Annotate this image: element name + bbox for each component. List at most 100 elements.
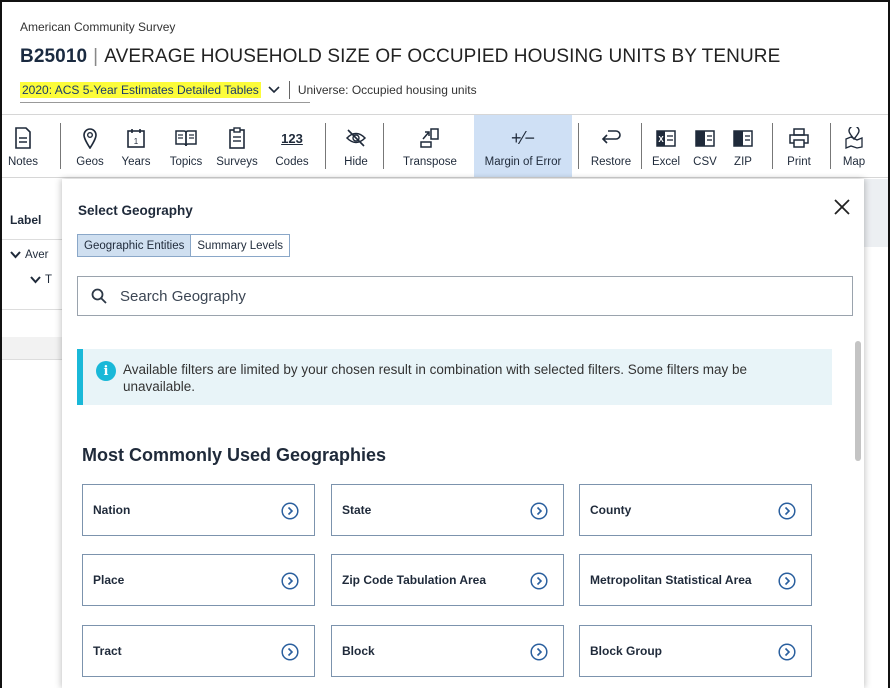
- geography-card-label: Place: [93, 573, 125, 587]
- eye-off-icon: [345, 125, 367, 151]
- map-button[interactable]: Map: [836, 115, 872, 177]
- chevron-right-circle-icon: [778, 572, 796, 590]
- table-title: B25010 | AVERAGE HOUSEHOLD SIZE OF OCCUPIE…: [20, 46, 780, 68]
- toolbar-label: Map: [842, 156, 866, 168]
- toolbar-label: Transpose: [403, 156, 457, 168]
- divider: [2, 239, 62, 240]
- geography-card-place[interactable]: Place: [82, 554, 315, 606]
- geography-card-county[interactable]: County: [579, 484, 812, 536]
- divider: [2, 359, 62, 360]
- table-row[interactable]: T: [30, 274, 52, 286]
- csv-icon: [695, 125, 715, 151]
- calendar-icon: 1: [126, 125, 146, 151]
- chevron-right-circle-icon: [530, 572, 548, 590]
- chevron-right-circle-icon: [530, 502, 548, 520]
- survey-name: American Community Survey: [20, 20, 176, 34]
- close-icon[interactable]: [830, 195, 854, 219]
- toolbar-label: Surveys: [216, 156, 258, 168]
- section-title: Most Commonly Used Geographies: [82, 445, 387, 465]
- excel-button[interactable]: X Excel: [648, 115, 684, 177]
- select-geography-panel: Select Geography Geographic Entities Sum…: [62, 179, 864, 688]
- toolbar-label: Codes: [275, 156, 309, 168]
- margin-of-error-button[interactable]: +⁄− Margin of Error: [474, 115, 572, 177]
- plus-minus-icon: +⁄−: [510, 127, 536, 148]
- geography-card-block[interactable]: Block: [331, 625, 564, 677]
- universe-text: Universe: Occupied housing units: [297, 83, 477, 97]
- chevron-down-icon[interactable]: [10, 251, 21, 259]
- print-icon: [789, 125, 809, 151]
- search-geography-box[interactable]: [77, 276, 853, 316]
- panel-title: Select Geography: [78, 203, 193, 218]
- divider: [830, 123, 831, 169]
- table-header-strip: [864, 179, 888, 247]
- toolbar-label: Excel: [651, 156, 681, 168]
- tab-geographic-entities[interactable]: Geographic Entities: [78, 235, 192, 256]
- chevron-right-circle-icon: [281, 643, 299, 661]
- table-row[interactable]: Aver: [10, 249, 48, 261]
- geography-card-msa[interactable]: Metropolitan Statistical Area: [579, 554, 812, 606]
- geography-card-block-group[interactable]: Block Group: [579, 625, 812, 677]
- notes-button[interactable]: Notes: [4, 115, 42, 177]
- scrollbar-thumb[interactable]: [855, 341, 861, 461]
- chevron-right-circle-icon: [281, 572, 299, 590]
- title-separator: |: [93, 46, 99, 67]
- chevron-right-circle-icon: [778, 502, 796, 520]
- dataset-row: 2020: ACS 5-Year Estimates Detailed Tabl…: [20, 80, 477, 100]
- divider: [772, 123, 773, 169]
- geography-card-label: Block Group: [590, 644, 663, 658]
- label-column-header: Label: [10, 213, 42, 227]
- dataset-selector[interactable]: 2020: ACS 5-Year Estimates Detailed Tabl…: [20, 82, 261, 98]
- hide-button[interactable]: Hide: [336, 115, 376, 177]
- info-banner: i Available filters are limited by your …: [77, 349, 832, 405]
- geography-card-nation[interactable]: Nation: [82, 484, 315, 536]
- book-icon: [175, 125, 197, 151]
- divider: [641, 123, 642, 169]
- divider: [2, 309, 62, 310]
- map-icon: [844, 125, 864, 151]
- surveys-button[interactable]: Surveys: [214, 115, 260, 177]
- table-header: American Community Survey B25010 | AVERAGE…: [20, 2, 888, 108]
- divider: [325, 123, 326, 169]
- transpose-icon: [419, 125, 441, 151]
- toolbar-label: Geos: [76, 156, 104, 168]
- toolbar-label: CSV: [693, 156, 717, 168]
- info-icon: i: [96, 361, 116, 381]
- tab-summary-levels[interactable]: Summary Levels: [191, 235, 289, 256]
- table-title-text: AVERAGE HOUSEHOLD SIZE OF OCCUPIED HOUSI…: [104, 46, 781, 67]
- codes-button[interactable]: 123 Codes: [270, 115, 314, 177]
- transpose-button[interactable]: Transpose: [394, 115, 466, 177]
- geography-mode-toggle: Geographic Entities Summary Levels: [77, 234, 291, 257]
- geography-card-state[interactable]: State: [331, 484, 564, 536]
- geos-button[interactable]: Geos: [72, 115, 108, 177]
- print-button[interactable]: Print: [779, 115, 819, 177]
- clipboard-icon: [229, 125, 245, 151]
- table-label-column: Label Aver T: [2, 179, 62, 688]
- table-row: [2, 337, 62, 359]
- toolbar-label: Print: [787, 156, 811, 168]
- restore-button[interactable]: Restore: [586, 115, 636, 177]
- search-input[interactable]: [120, 287, 820, 305]
- topics-button[interactable]: Topics: [165, 115, 207, 177]
- geography-card-label: County: [590, 503, 632, 517]
- codes-icon: 123: [281, 130, 303, 146]
- geography-card-tract[interactable]: Tract: [82, 625, 315, 677]
- geography-card-zcta[interactable]: Zip Code Tabulation Area: [331, 554, 564, 606]
- csv-button[interactable]: CSV: [688, 115, 722, 177]
- chevron-down-icon[interactable]: [267, 83, 281, 97]
- geography-card-label: Tract: [93, 644, 122, 658]
- toolbar-label: Restore: [590, 156, 632, 168]
- zip-button[interactable]: ZIP: [726, 115, 760, 177]
- table-id: B25010: [20, 46, 88, 67]
- geography-card-label: Zip Code Tabulation Area: [342, 573, 487, 587]
- chevron-right-circle-icon: [778, 643, 796, 661]
- chevron-down-icon[interactable]: [30, 276, 41, 284]
- divider: [383, 123, 384, 169]
- divider: [20, 102, 310, 103]
- geography-card-label: Block: [342, 644, 375, 658]
- years-button[interactable]: 1 Years: [116, 115, 156, 177]
- chevron-right-circle-icon: [530, 643, 548, 661]
- toolbar-label: Topics: [169, 156, 203, 168]
- toolbar: Notes Geos 1 Years Topics Surveys 123 Co…: [2, 114, 888, 178]
- excel-icon: X: [656, 125, 676, 151]
- search-icon: [90, 287, 108, 305]
